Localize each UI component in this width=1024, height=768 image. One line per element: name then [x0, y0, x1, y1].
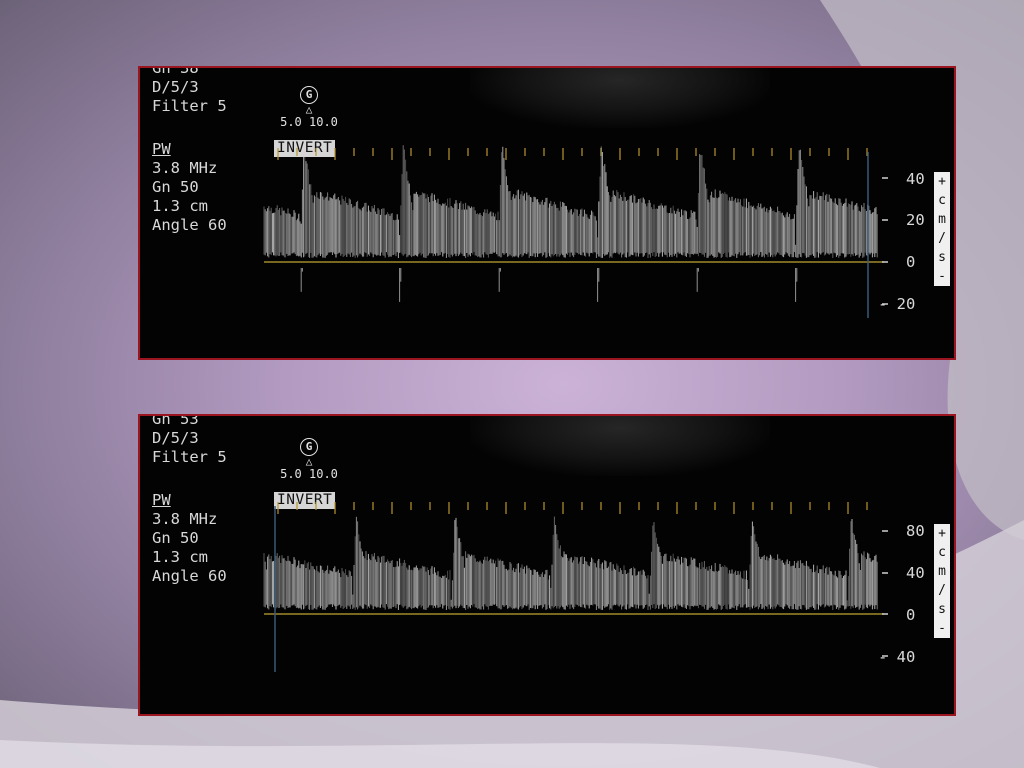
doppler-panel-top: Gn 38 D/5/3 Filter 5 PW 3.8 MHz Gn 50 1.3…: [138, 66, 956, 360]
doppler-panel-bottom: Gn 53 D/5/3 Filter 5 PW 3.8 MHz Gn 50 1.3…: [138, 414, 956, 716]
doppler-spectrum-bottom: [263, 502, 888, 672]
doppler-spectrum-top: [263, 145, 888, 318]
